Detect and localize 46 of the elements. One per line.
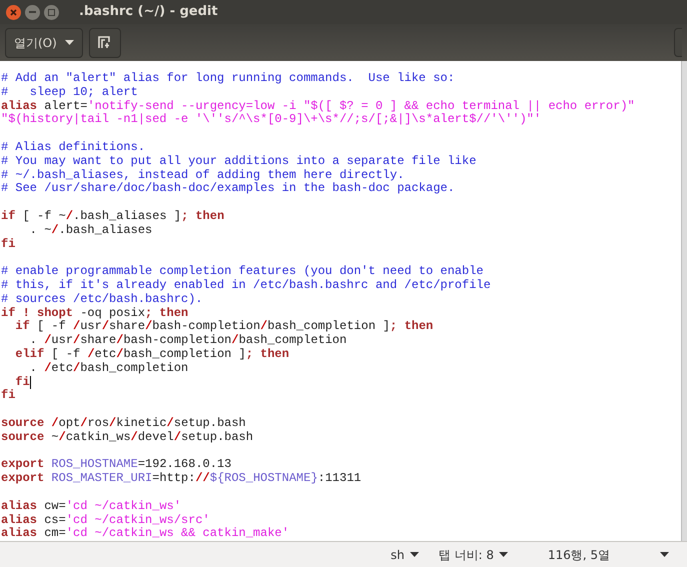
- new-tab-icon: [98, 36, 112, 49]
- code-line: # enable programmable completion features (you don't need to enable: [1, 264, 484, 278]
- code-line: fi: [1, 388, 16, 402]
- cursor-position: 116행, 5열: [548, 546, 610, 564]
- dropdown-caret-icon: [410, 552, 419, 557]
- dropdown-caret-icon: [64, 40, 74, 45]
- code-line: fi: [1, 236, 16, 251]
- close-button[interactable]: [6, 4, 21, 20]
- code-line: export ROS_HOSTNAME=192.168.0.13: [1, 457, 232, 472]
- code-line: if [ -f ~/.bash_aliases ]; then: [1, 208, 224, 223]
- dropdown-caret-icon: [660, 552, 669, 557]
- dropdown-caret-icon: [498, 552, 508, 557]
- maximize-icon: [48, 8, 55, 16]
- code-line: . /usr/share/bash-completion/bash_completion: [28, 333, 347, 348]
- open-button[interactable]: 열기(O): [5, 28, 83, 58]
- language-selector[interactable]: sh: [380, 546, 429, 564]
- tab-width-selector[interactable]: 탭 너비: 8: [428, 546, 518, 564]
- window-title: .bashrc (~/) - gedit: [79, 3, 218, 22]
- code-line: # Alias definitions.: [1, 140, 146, 154]
- code-line: # You may want to put all your additions into a separate file like: [1, 154, 476, 168]
- code-line: alias alert='notify-send --urgency=low -i "$([ $? = 0 ] && echo terminal || echo error)": [1, 98, 635, 113]
- code-line: . ~/.bash_aliases: [28, 222, 152, 237]
- code-line: # sleep 10; alert: [1, 84, 138, 99]
- code-line: alias cm='cd ~/catkin_ws && catkin_make': [1, 526, 290, 540]
- code-line: export ROS_MASTER_URI=http://${ROS_HOSTNAME}:11311: [1, 471, 362, 486]
- maximize-button[interactable]: [44, 4, 59, 20]
- code-line: fi: [15, 374, 30, 389]
- code-line: # See /usr/share/doc/bash-doc/examples in the bash-doc package.: [1, 181, 455, 196]
- new-tab-button[interactable]: [88, 28, 121, 58]
- code-line: # ~/.bash_aliases, instead of adding them here directly.: [1, 168, 404, 182]
- minimize-icon: [29, 11, 36, 13]
- code-line: elif [ -f /etc/bash_completion ]; then: [14, 346, 290, 361]
- code-line: source /opt/ros/kinetic/setup.bash: [1, 416, 246, 430]
- code-line: # Add an "alert" alias for long running commands. Use like so:: [1, 71, 455, 85]
- code-line: alias cw='cd ~/catkin_ws': [1, 498, 182, 513]
- code-line: source ~/catkin_ws/devel/setup.bash: [1, 430, 254, 444]
- code-line: # this, if it's already enabled in /etc/bash.bashrc and /etc/profile: [1, 278, 491, 292]
- code-line: if ! shopt -oq posix; then: [1, 306, 188, 320]
- scrollbar[interactable]: [681, 61, 687, 541]
- code-line: # sources /etc/bash.bashrc).: [1, 292, 203, 306]
- code-line: . /etc/bash_completion: [30, 360, 188, 375]
- close-icon: [9, 8, 18, 16]
- code-line: alias cs='cd ~/catkin_ws/src': [1, 512, 210, 526]
- code-line: if [ -f /usr/share/bash-completion/bash_completion ]; then: [14, 319, 434, 334]
- minimize-button[interactable]: [25, 4, 40, 20]
- code-line: "$(history|tail -n1|sed -e '\''s/^\s*[0-9]\+\s*//;s/[;&|]\s*alert$//'\'')"': [1, 112, 542, 126]
